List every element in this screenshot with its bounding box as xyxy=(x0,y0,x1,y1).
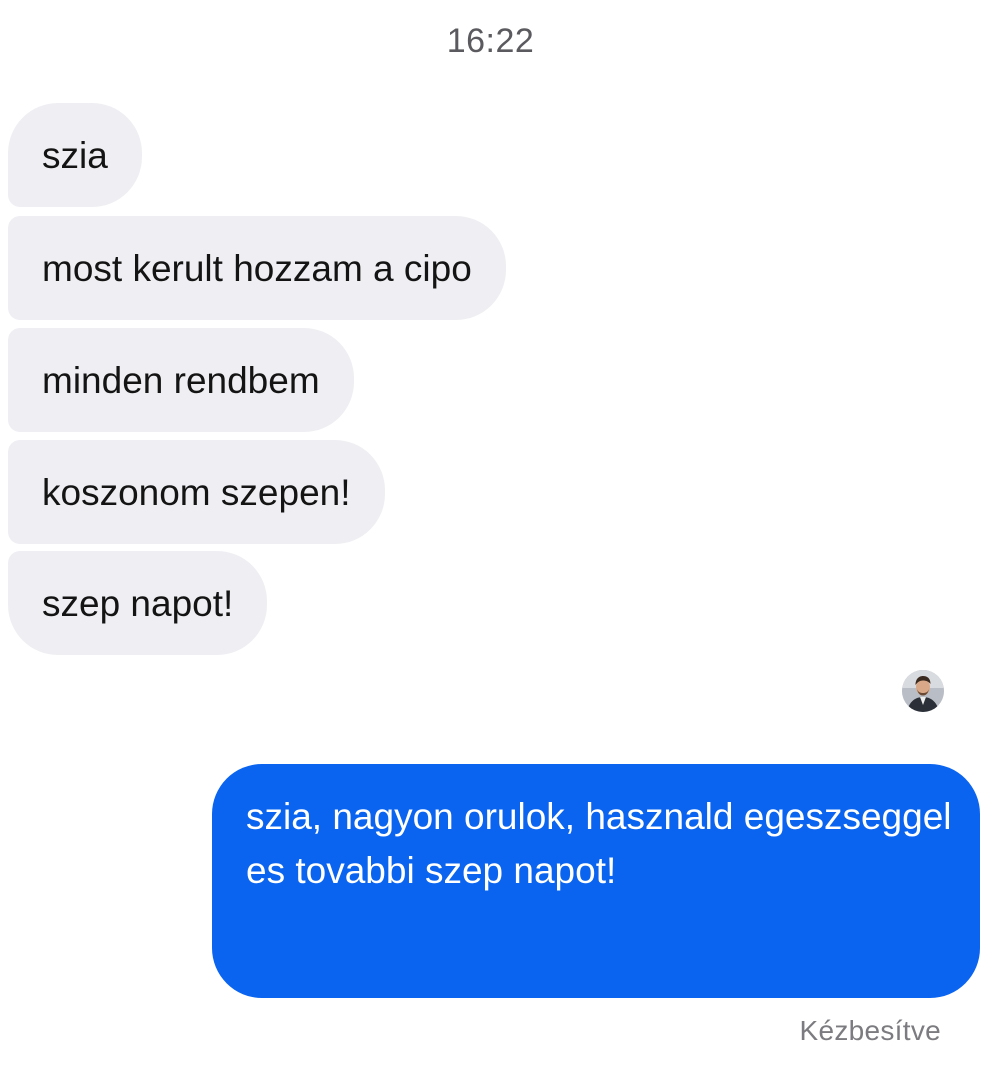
message-text: koszonom szepen! xyxy=(42,471,351,513)
message-text: szia, nagyon orulok, hasznald egeszsegge… xyxy=(246,796,952,891)
message-text: most kerult hozzam a cipo xyxy=(42,247,472,289)
message-timestamp: 16:22 xyxy=(446,22,535,60)
incoming-message-bubble[interactable]: szia xyxy=(8,103,142,207)
incoming-message-bubble[interactable]: most kerult hozzam a cipo xyxy=(8,216,506,320)
incoming-message-bubble[interactable]: koszonom szepen! xyxy=(8,440,385,544)
message-text: minden rendbem xyxy=(42,359,320,401)
incoming-message-bubble[interactable]: szep napot! xyxy=(8,551,268,655)
message-text: szep napot! xyxy=(42,582,234,624)
delivery-status: Kézbesítve xyxy=(799,1015,941,1046)
outgoing-message-bubble[interactable]: szia, nagyon orulok, hasznald egeszsegge… xyxy=(212,764,980,998)
read-receipt-avatar-icon[interactable] xyxy=(902,670,944,712)
incoming-message-bubble[interactable]: minden rendbem xyxy=(8,328,354,432)
message-text: szia xyxy=(42,134,108,176)
profile-photo-icon xyxy=(902,670,944,712)
